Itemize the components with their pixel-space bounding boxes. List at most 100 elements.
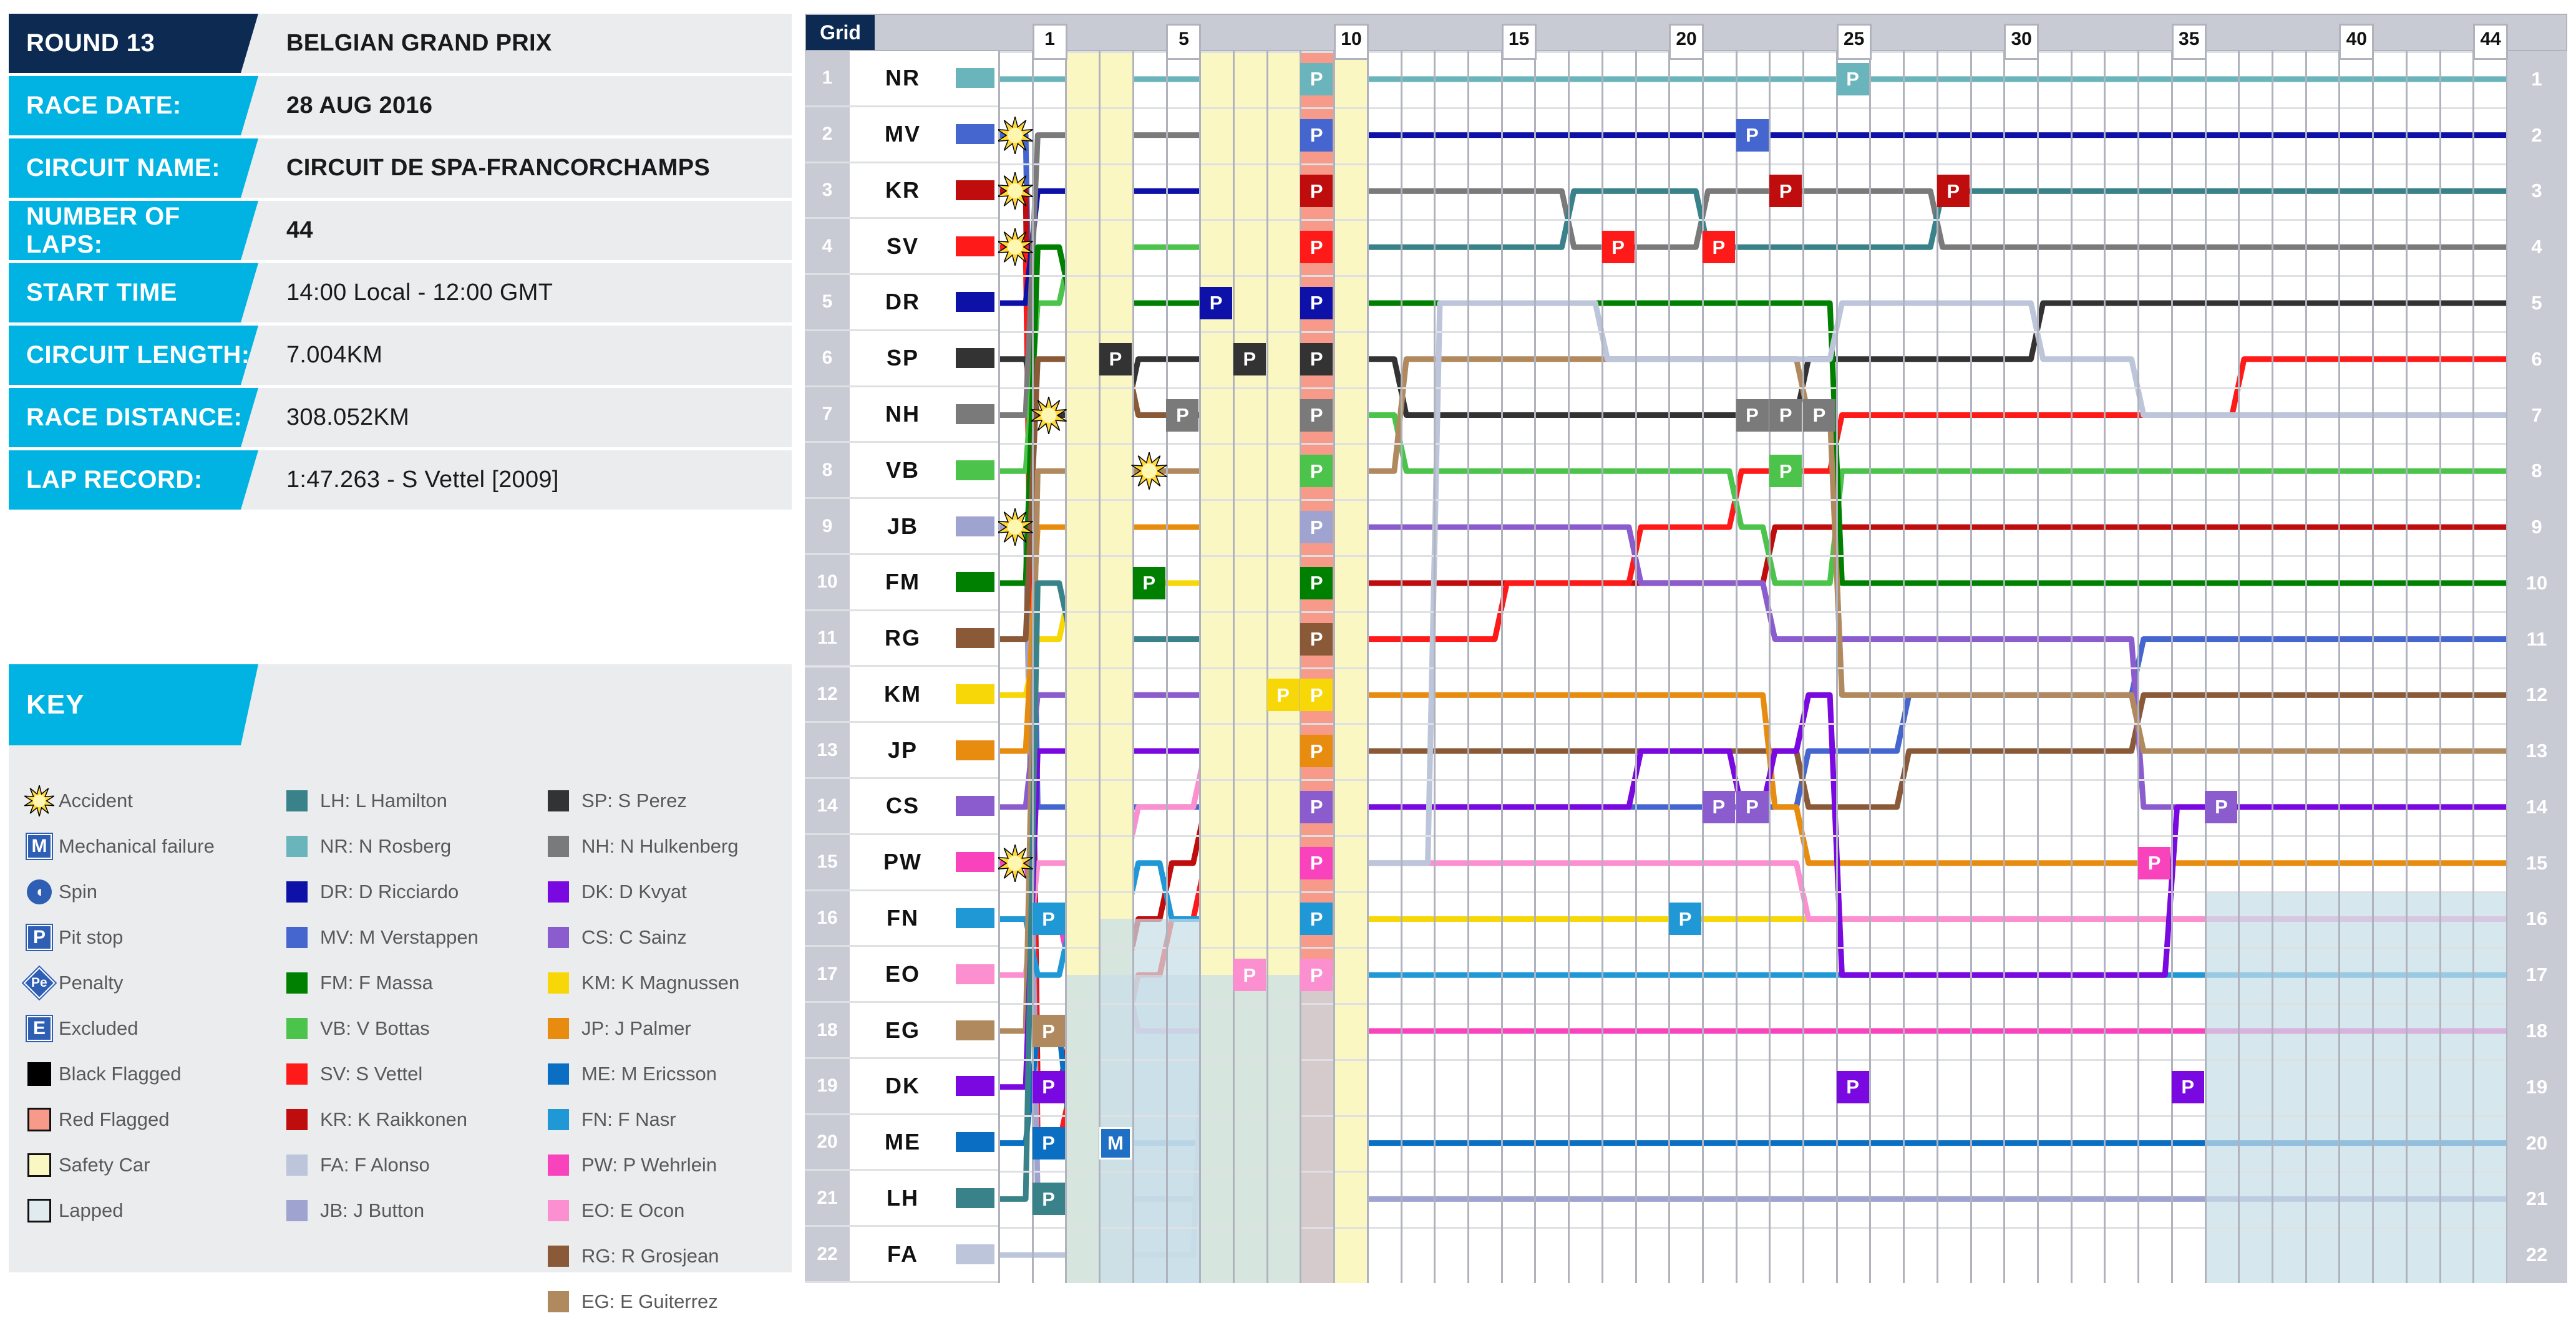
pit-stop-marker[interactable]: P: [1166, 399, 1199, 432]
key-driver-label: JP: J Palmer: [581, 1017, 691, 1039]
pit-stop-marker[interactable]: P: [1300, 175, 1333, 208]
grid-row-nh[interactable]: 7 NH: [805, 387, 998, 443]
gridline-horizontal: [998, 1003, 2506, 1005]
pit-stop-marker[interactable]: P: [2138, 846, 2171, 879]
gridline-horizontal: [998, 331, 2506, 333]
grid-row-fn[interactable]: 16 FN: [805, 891, 998, 947]
pit-stop-marker[interactable]: P: [1300, 735, 1333, 768]
grid-row-sp[interactable]: 6 SP: [805, 331, 998, 387]
gridline-horizontal: [998, 51, 2506, 53]
grid-row-fa[interactable]: 22 FA: [805, 1227, 998, 1283]
key-driver-label: NH: N Hulkenberg: [581, 835, 739, 857]
pit-stop-marker[interactable]: P: [1032, 1015, 1065, 1048]
grid-row-rg[interactable]: 11 RG: [805, 611, 998, 667]
pit-stop-marker[interactable]: P: [1300, 399, 1333, 432]
grid-row-eg[interactable]: 18 EG: [805, 1003, 998, 1059]
lap-axis-header: Grid 1 5 10 15 20 25 30 35 40 44: [805, 14, 2567, 60]
race-info-panel: ROUND 13 BELGIAN GRAND PRIX RACE DATE: 28 A…: [9, 14, 792, 513]
pit-stop-marker[interactable]: P: [1802, 399, 1835, 432]
key-symbol-column: Accident M Mechanical failure ◖ Spin P Pit sto…: [20, 778, 281, 1324]
key-driver-label: SV: S Vettel: [319, 1062, 423, 1085]
final-position-number: 15: [2525, 851, 2548, 874]
accident-marker[interactable]: [998, 116, 1034, 157]
grid-row-cs[interactable]: 14 CS: [805, 779, 998, 835]
pit-stop-marker[interactable]: P: [1836, 1070, 1869, 1103]
accident-marker[interactable]: [998, 228, 1034, 269]
grid-row-jp[interactable]: 13 JP: [805, 723, 998, 780]
pit-stop-marker[interactable]: P: [1300, 286, 1333, 319]
pit-stop-marker[interactable]: P: [1669, 903, 1702, 936]
pit-stop-marker[interactable]: P: [1300, 959, 1333, 992]
pit-stop-marker[interactable]: P: [2205, 790, 2238, 823]
mechanical-failure-marker[interactable]: M: [1099, 1126, 1132, 1159]
driver-color-bar: [956, 1132, 994, 1153]
race-info-row: RACE DATE: 28 AUG 2016: [9, 76, 792, 135]
grid-row-nr[interactable]: 1 NR: [805, 51, 998, 107]
pit-stop-marker[interactable]: P: [1736, 119, 1769, 152]
race-info-label: LAP RECORD:: [9, 450, 258, 510]
pit-stop-marker[interactable]: P: [1132, 566, 1165, 599]
pit-stop-marker[interactable]: P: [1300, 119, 1333, 152]
grid-row-vb[interactable]: 8 VB: [805, 443, 998, 500]
pit-stop-marker[interactable]: P: [1200, 286, 1233, 319]
grid-row-jb[interactable]: 9 JB: [805, 499, 998, 555]
pit-stop-marker[interactable]: P: [1300, 62, 1333, 95]
pit-stop-marker[interactable]: P: [1300, 455, 1333, 488]
pit-stop-marker[interactable]: P: [1769, 399, 1802, 432]
pit-stop-marker[interactable]: P: [1266, 679, 1300, 712]
accident-marker[interactable]: [1030, 396, 1067, 437]
pit-stop-marker[interactable]: P: [1736, 399, 1769, 432]
grid-row-lh[interactable]: 21 LH: [805, 1171, 998, 1227]
grid-row-me[interactable]: 20 ME: [805, 1115, 998, 1171]
accident-marker[interactable]: [998, 508, 1034, 549]
pit-stop-marker[interactable]: P: [1300, 231, 1333, 264]
pit-stop-marker[interactable]: P: [1233, 959, 1266, 992]
grid-row-dk[interactable]: 19 DK: [805, 1058, 998, 1115]
grid-row-mv[interactable]: 2 MV: [805, 107, 998, 163]
driver-color-bar: [956, 460, 994, 480]
grid-row-kr[interactable]: 3 KR: [805, 163, 998, 220]
grid-row-eo[interactable]: 17 EO: [805, 947, 998, 1004]
pit-stop-marker[interactable]: P: [1032, 1183, 1065, 1216]
pit-stop-marker[interactable]: P: [1300, 342, 1333, 375]
pit-stop-marker[interactable]: P: [1769, 455, 1802, 488]
pit-stop-marker[interactable]: P: [1702, 231, 1735, 264]
pit-stop-marker[interactable]: P: [1769, 175, 1802, 208]
accident-marker[interactable]: [998, 172, 1034, 213]
pit-stop-marker[interactable]: P: [1099, 342, 1132, 375]
driver-color-bar: [956, 628, 994, 649]
driver-abbreviation: VB: [885, 457, 920, 483]
pit-stop-marker[interactable]: P: [2171, 1070, 2204, 1103]
race-info-row: START TIME 14:00 Local - 12:00 GMT: [9, 263, 792, 322]
pit-stop-marker[interactable]: P: [1300, 790, 1333, 823]
grid-row-sv[interactable]: 4 SV: [805, 219, 998, 276]
pit-stop-marker[interactable]: P: [1836, 62, 1869, 95]
lap-tick-40: 40: [2339, 24, 2374, 60]
pit-stop-marker[interactable]: P: [1300, 566, 1333, 599]
grid-row-dr[interactable]: 5 DR: [805, 275, 998, 331]
pit-stop-marker[interactable]: P: [1300, 511, 1333, 544]
accident-marker[interactable]: [998, 844, 1034, 885]
grid-row-km[interactable]: 12 KM: [805, 667, 998, 724]
key-driver-label: PW: P Wehrlein: [581, 1153, 717, 1176]
driver-color-swatch: [281, 835, 320, 857]
pit-stop-marker[interactable]: P: [1300, 679, 1333, 712]
grid-row-pw[interactable]: 15 PW: [805, 835, 998, 891]
accident-marker[interactable]: [1130, 452, 1168, 493]
gridline-vertical: [1802, 51, 1805, 1283]
grid-row-fm[interactable]: 10 FM: [805, 554, 998, 611]
pit-stop-marker[interactable]: P: [1300, 846, 1333, 879]
pit-stop-marker[interactable]: P: [1937, 175, 1970, 208]
pit-stop-marker[interactable]: P: [1032, 1126, 1065, 1159]
pit-stop-marker[interactable]: P: [1300, 622, 1333, 656]
pit-stop-marker[interactable]: P: [1300, 903, 1333, 936]
pit-stop-marker[interactable]: P: [1032, 903, 1065, 936]
pit-stop-marker[interactable]: P: [1736, 790, 1769, 823]
pit-stop-marker[interactable]: P: [1702, 790, 1735, 823]
pit-stop-marker[interactable]: P: [1032, 1070, 1065, 1103]
lap-tick-1: 1: [1032, 24, 1067, 60]
key-symbol-label: Penalty: [59, 971, 124, 994]
pit-stop-marker[interactable]: P: [1233, 342, 1266, 375]
gridline-vertical: [1970, 51, 1972, 1283]
pit-stop-marker[interactable]: P: [1601, 231, 1635, 264]
